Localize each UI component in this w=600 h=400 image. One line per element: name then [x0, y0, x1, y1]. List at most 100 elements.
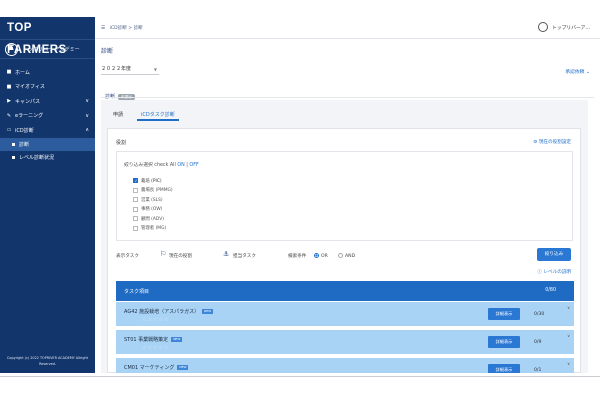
- panel-title: 役割: [116, 140, 127, 146]
- display-task-row: 表示タスク ⚐ 現在の役割 ⚓ 担当タスク 検索条件 OR AND: [116, 250, 576, 262]
- checkbox-icon[interactable]: [133, 197, 138, 203]
- sidebar-item-home[interactable]: ■ ホーム: [0, 65, 95, 80]
- sidebar-item-label: ホーム: [15, 69, 30, 76]
- assigned-task-label[interactable]: 担当タスク: [233, 253, 256, 259]
- role-checkbox-mg[interactable]: 管理者 (MG): [133, 224, 173, 234]
- task-score: 0/9: [534, 340, 542, 345]
- breadcrumb: ☰ iCD診断 > 診断: [101, 25, 143, 31]
- year-select[interactable]: ２０２２年度 ▼: [101, 64, 159, 75]
- elearning-icon: ✎: [6, 112, 12, 119]
- approve-request-link[interactable]: 承認依頼 ⌄: [565, 68, 590, 75]
- tab-application[interactable]: 申請: [109, 109, 127, 121]
- sidebar-subitem-label: レベル診断状況: [19, 154, 55, 161]
- role-filter-box: 絞り込み選択 check All ON | OFF 栽培 (PIC) 農場長 (…: [116, 151, 573, 241]
- bullet-icon: [12, 155, 15, 159]
- chevron-down-icon[interactable]: ∨: [567, 333, 570, 338]
- role-panel: 役割 ⚙ 現在の役割設定 絞り込み選択 check All ON | OFF 栽…: [107, 128, 581, 373]
- task-header-label: タスク項目: [124, 289, 150, 295]
- role-checkbox-pic[interactable]: 栽培 (PIC): [133, 176, 173, 186]
- sidebar-subitem-level-status[interactable]: レベル診断状況: [0, 151, 95, 164]
- tab-icd-task-diagnosis[interactable]: iCDタスク診断: [137, 109, 179, 121]
- task-row[interactable]: AG42 施設栽培（アスパラガス） NEW ☆☆☆☆☆ 詳細表示 0/30 ∨: [116, 302, 574, 328]
- sidebar-subitem-diagnosis[interactable]: 診断: [0, 137, 95, 151]
- chevron-down-icon[interactable]: ∨: [567, 305, 570, 310]
- radio-selected-icon[interactable]: [314, 253, 319, 258]
- sidebar-item-label: マイオフィス: [15, 84, 45, 91]
- role-checkbox-adv[interactable]: 顧問 (ADV): [133, 214, 173, 224]
- role-checkbox-sls[interactable]: 営業 (SLS): [133, 195, 173, 205]
- check-all-on-link[interactable]: ON: [177, 163, 184, 168]
- chevron-down-icon[interactable]: ∨: [567, 361, 570, 366]
- star-rating[interactable]: ☆☆☆☆☆: [142, 345, 169, 351]
- role-settings-link[interactable]: ⚙ 現在の役割設定: [533, 139, 571, 145]
- breadcrumb-text[interactable]: iCD診断 > 診断: [110, 26, 143, 31]
- checkbox-icon[interactable]: [133, 216, 138, 222]
- task-name-text: AG42 施設栽培（アスパラガス）: [124, 309, 200, 315]
- role-label: 顧問 (ADV): [141, 216, 164, 222]
- radio-icon[interactable]: [338, 253, 343, 258]
- task-row[interactable]: ST01 事業戦略策定 NEW ☆☆☆☆☆ 詳細表示 0/9 ∨: [116, 330, 574, 356]
- home-icon: ■: [6, 69, 12, 76]
- menu-icon[interactable]: ☰: [101, 26, 105, 31]
- role-settings-label: 現在の役割設定: [538, 140, 571, 145]
- role-label: 事務 (OW): [141, 207, 163, 213]
- role-checkbox-pmmg[interactable]: 農場長 (PMMG): [133, 186, 173, 196]
- detail-button[interactable]: 詳細表示: [488, 308, 520, 320]
- new-tag: NEW: [202, 309, 214, 314]
- sidebar-item-elearning[interactable]: ✎ eラーニング ∨: [0, 109, 95, 124]
- filter-label: 絞り込み選択 check All: [124, 163, 176, 168]
- year-value: ２０２２年度: [101, 66, 132, 72]
- and-label: AND: [345, 254, 356, 259]
- checkbox-icon[interactable]: [133, 206, 138, 212]
- copyright: Copyright (c) 2022 TOPRIVER ACADEMY Allr…: [7, 356, 88, 366]
- sidebar: TOP FARMERS トップリバー アカデミー ■ ホーム ■ マイオフィス …: [0, 17, 95, 373]
- role-label: 営業 (SLS): [141, 197, 163, 203]
- flag-icon[interactable]: ⚐: [160, 250, 166, 258]
- task-name: ST01 事業戦略策定 NEW: [124, 336, 183, 343]
- filter-button[interactable]: 絞り込み: [537, 248, 571, 261]
- divider: [101, 97, 594, 98]
- or-label: OR: [321, 254, 328, 259]
- checkbox-icon[interactable]: [133, 187, 138, 193]
- task-header-count: 0/80: [545, 288, 556, 293]
- user-avatar-icon: [538, 22, 549, 32]
- task-score: 0/30: [534, 312, 545, 317]
- user-avatar-icon: [5, 42, 18, 56]
- sidebar-item-icd[interactable]: ▭ iCD診断 ∧: [0, 123, 95, 138]
- detail-button[interactable]: 詳細表示: [488, 364, 520, 373]
- info-icon: ⓘ: [537, 270, 542, 275]
- role-checkbox-ow[interactable]: 事務 (OW): [133, 205, 173, 215]
- anchor-icon[interactable]: ⚓: [223, 250, 229, 258]
- gear-icon: ⚙: [533, 140, 538, 145]
- task-name: AG42 施設栽培（アスパラガス） NEW: [124, 308, 214, 315]
- role-label: 管理者 (MG): [141, 226, 167, 232]
- chevron-down-icon: ⌄: [585, 70, 590, 75]
- level-description-link[interactable]: ⓘ レベルの説明: [537, 269, 571, 275]
- and-radio[interactable]: AND: [338, 253, 355, 259]
- checkbox-icon[interactable]: [133, 225, 138, 231]
- campus-icon: ▶: [7, 98, 11, 105]
- or-radio[interactable]: OR: [314, 253, 328, 259]
- sidebar-item-label: iCD診断: [15, 127, 34, 134]
- star-rating[interactable]: ☆☆☆☆☆: [142, 317, 169, 323]
- display-task-label: 表示タスク: [116, 254, 139, 259]
- approve-request-label: 承認依頼: [565, 70, 585, 75]
- current-role-label[interactable]: 現在の役割: [169, 253, 192, 259]
- task-row[interactable]: CM01 マーケティングNEW ☆☆☆☆☆ 詳細表示 0/1 ∨: [116, 358, 574, 373]
- user-menu[interactable]: トップリバーア...: [538, 22, 590, 32]
- main-content: 診断 ２０２２年度 ▼ 承認依頼 ⌄ 診断 未提出 申請 iCDタスク診断 役割…: [95, 40, 600, 373]
- new-tag: NEW: [171, 337, 183, 342]
- diagnosis-tabs: 診断 未提出: [101, 83, 139, 104]
- check-all-off-link[interactable]: OFF: [189, 163, 198, 168]
- sidebar-item-myoffice[interactable]: ■ マイオフィス: [0, 80, 95, 95]
- task-name: CM01 マーケティング NEW: [124, 364, 189, 371]
- bullet-icon: [12, 142, 15, 146]
- role-label: 栽培 (PIC): [141, 178, 162, 184]
- app-logo[interactable]: TOP FARMERS: [0, 17, 95, 56]
- task-score: 0/1: [534, 368, 542, 373]
- user-name: トップリバーア...: [552, 25, 590, 31]
- detail-button[interactable]: 詳細表示: [488, 336, 520, 348]
- role-checkbox-list: 栽培 (PIC) 農場長 (PMMG) 営業 (SLS) 事務 (OW) 顧問 …: [133, 176, 173, 233]
- sidebar-item-campus[interactable]: ▶ キャンパス ∨: [0, 94, 95, 109]
- checkbox-checked-icon[interactable]: [133, 178, 138, 184]
